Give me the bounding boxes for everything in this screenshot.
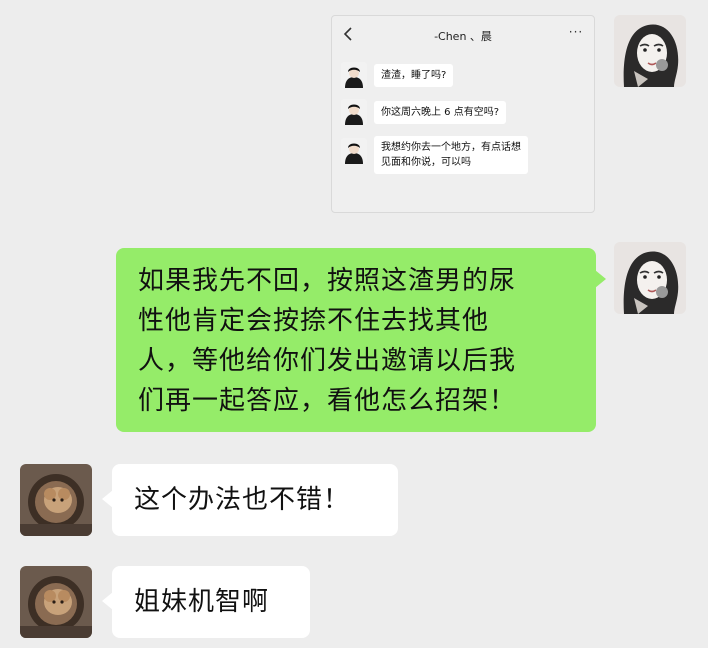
self-avatar-image (614, 15, 686, 87)
contact-avatar (341, 62, 367, 88)
friend-avatar-image (20, 464, 92, 536)
contact-avatar (341, 138, 367, 164)
friend-avatar[interactable] (20, 464, 92, 536)
sent-message-text: 如果我先不回，按照这渣男的尿 性他肯定会按捺不住去找其他 人，等他给你们发出邀请… (138, 266, 517, 416)
received-message-text: 姐妹机智啊 (134, 587, 270, 617)
more-options-icon: ··· (568, 25, 584, 39)
received-message-bubble[interactable]: 姐妹机智啊 (102, 566, 310, 638)
bubble-tail (102, 592, 113, 610)
self-avatar-image (614, 242, 686, 314)
embedded-chat-header: -Chen 、晨 ··· (332, 16, 594, 54)
self-avatar[interactable] (614, 242, 686, 314)
bubble-tail (102, 490, 113, 508)
friend-avatar-image (20, 566, 92, 638)
embedded-chat-screenshot[interactable]: -Chen 、晨 ··· 渣渣，睡了吗? 你这周六晚上 6 点有空吗? 我想约你… (331, 15, 595, 213)
embedded-message-3: 我想约你去一个地方，有点话想 见面和你说，可以吗 (374, 136, 528, 174)
contact-avatar (341, 99, 367, 125)
chat-screen: -Chen 、晨 ··· 渣渣，睡了吗? 你这周六晚上 6 点有空吗? 我想约你… (0, 0, 708, 648)
friend-avatar[interactable] (20, 566, 92, 638)
bubble-tail (595, 270, 606, 288)
embedded-message-1: 渣渣，睡了吗? (374, 64, 454, 87)
received-message-text: 这个办法也不错！ (134, 485, 351, 515)
self-avatar[interactable] (614, 15, 686, 87)
embedded-chat-title: -Chen 、晨 (434, 30, 492, 43)
received-message-bubble[interactable]: 这个办法也不错！ (102, 464, 398, 536)
embedded-message-2: 你这周六晚上 6 点有空吗? (374, 101, 507, 124)
sent-message-bubble[interactable]: 如果我先不回，按照这渣男的尿 性他肯定会按捺不住去找其他 人，等他给你们发出邀请… (116, 248, 606, 432)
